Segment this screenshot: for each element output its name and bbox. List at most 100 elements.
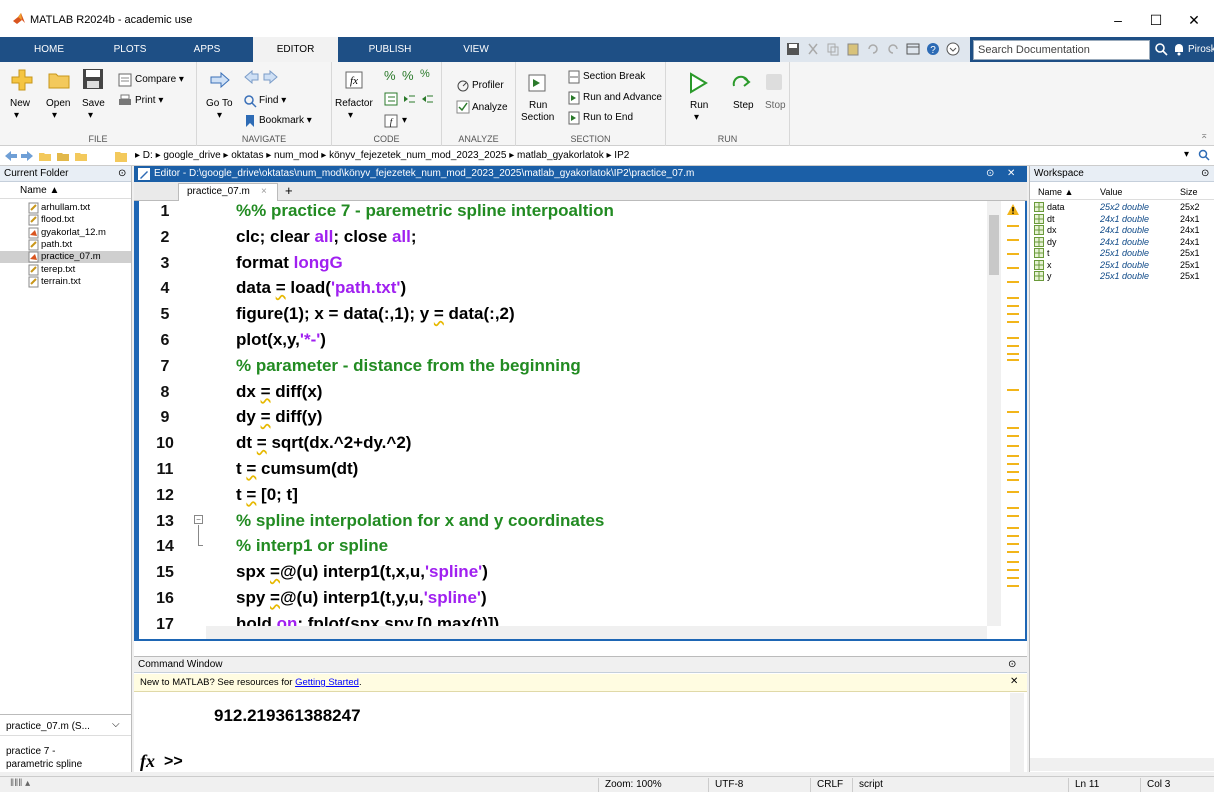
- back-forward-icon[interactable]: [243, 70, 279, 84]
- insert-function-icon[interactable]: f: [384, 114, 398, 128]
- cut-icon[interactable]: [806, 42, 820, 56]
- collapse-ribbon-icon[interactable]: ⌅: [1200, 130, 1208, 141]
- uncomment-icon[interactable]: %: [402, 68, 414, 83]
- step-icon[interactable]: [730, 72, 752, 94]
- analyzer-marker[interactable]: [1007, 491, 1019, 493]
- minimize-button[interactable]: –: [1098, 6, 1138, 34]
- analyzer-marker[interactable]: [1007, 313, 1019, 315]
- file-row[interactable]: arhullam.txt: [0, 202, 131, 214]
- notification-bell-icon[interactable]: [1172, 42, 1186, 56]
- smart-indent-icon[interactable]: [384, 92, 398, 106]
- analyzer-marker[interactable]: [1007, 239, 1019, 241]
- run-section-label[interactable]: Run: [529, 100, 547, 111]
- editor-menu-icon[interactable]: ⊙: [986, 168, 994, 179]
- analyzer-marker[interactable]: [1007, 411, 1019, 413]
- tab-view[interactable]: VIEW: [448, 37, 504, 62]
- save-quick-icon[interactable]: [786, 42, 800, 56]
- editor-horizontal-scrollbar[interactable]: [206, 626, 987, 639]
- new-file-icon[interactable]: [10, 68, 34, 92]
- redo-icon[interactable]: [886, 42, 900, 56]
- analyzer-marker[interactable]: [1007, 527, 1019, 529]
- analyzer-marker[interactable]: [1007, 305, 1019, 307]
- save-icon[interactable]: [82, 68, 104, 90]
- run-section-icon[interactable]: [528, 74, 546, 92]
- analyzer-marker[interactable]: [1007, 463, 1019, 465]
- help-icon[interactable]: ?: [926, 42, 940, 56]
- analyzer-marker[interactable]: [1007, 507, 1019, 509]
- more-options-icon[interactable]: [946, 42, 960, 56]
- section-break-button[interactable]: Section Break: [583, 71, 645, 82]
- ws-name-header[interactable]: Name ▲: [1038, 187, 1073, 197]
- maximize-button[interactable]: ☐: [1136, 6, 1176, 34]
- analyzer-marker[interactable]: [1007, 535, 1019, 537]
- workspace-variable-row[interactable]: y 25x1 double 25x1: [1030, 271, 1214, 282]
- folder-column-header[interactable]: Name ▲: [0, 183, 131, 199]
- analyzer-marker[interactable]: [1007, 585, 1019, 587]
- code-analyzer-bar[interactable]: [1002, 201, 1025, 626]
- analyzer-marker[interactable]: [1007, 471, 1019, 473]
- comment-icon[interactable]: %: [384, 68, 396, 83]
- analyzer-marker[interactable]: [1007, 345, 1019, 347]
- path-dropdown-icon[interactable]: ▾: [1184, 149, 1189, 160]
- browse-folder-icon[interactable]: [56, 149, 70, 163]
- file-row[interactable]: terep.txt: [0, 264, 131, 276]
- analyzer-marker[interactable]: [1007, 359, 1019, 361]
- indent-icon[interactable]: [402, 92, 416, 106]
- undo-icon[interactable]: [866, 42, 880, 56]
- analyzer-marker[interactable]: [1007, 389, 1019, 391]
- analyzer-marker[interactable]: [1007, 479, 1019, 481]
- workspace-variable-row[interactable]: data 25x2 double 25x2: [1030, 202, 1214, 213]
- run-button[interactable]: Run: [690, 100, 708, 111]
- outdent-icon[interactable]: [420, 92, 434, 106]
- command-prompt[interactable]: >>: [164, 753, 183, 771]
- editor-tab-practice07[interactable]: practice_07.m ×: [178, 183, 278, 201]
- step-button[interactable]: Step: [733, 100, 754, 111]
- analyzer-marker[interactable]: [1007, 569, 1019, 571]
- back-icon[interactable]: [4, 149, 18, 163]
- analyzer-marker[interactable]: [1007, 435, 1019, 437]
- tab-publish[interactable]: PUBLISH: [350, 37, 430, 62]
- current-path[interactable]: ▸ D: ▸ google_drive ▸ oktatas ▸ num_mod …: [135, 150, 629, 161]
- search-folder-icon[interactable]: [1198, 149, 1210, 161]
- tab-apps[interactable]: APPS: [182, 37, 232, 62]
- tab-plots[interactable]: PLOTS: [100, 37, 160, 62]
- tab-editor[interactable]: EDITOR: [253, 37, 338, 63]
- analyzer-marker[interactable]: [1007, 427, 1019, 429]
- analyzer-marker[interactable]: [1007, 337, 1019, 339]
- analyzer-marker[interactable]: [1007, 253, 1019, 255]
- analyzer-marker[interactable]: [1007, 543, 1019, 545]
- function-browser-icon[interactable]: fx: [140, 751, 155, 772]
- analyzer-marker[interactable]: [1007, 321, 1019, 323]
- print-button[interactable]: Print ▾: [135, 95, 163, 106]
- analyzer-marker[interactable]: [1007, 445, 1019, 447]
- user-account-menu[interactable]: Piroska ▾: [1188, 37, 1214, 80]
- file-row[interactable]: gyakorlat_12.m: [0, 227, 131, 239]
- go-to-icon[interactable]: [209, 70, 231, 90]
- workspace-variable-row[interactable]: dy 24x1 double 24x1: [1030, 236, 1214, 248]
- copy-icon[interactable]: [826, 42, 840, 56]
- workspace-scrollbar[interactable]: [1030, 758, 1214, 771]
- run-and-advance-button[interactable]: Run and Advance: [583, 92, 662, 103]
- ws-size-header[interactable]: Size: [1180, 187, 1198, 197]
- fold-toggle-icon[interactable]: −: [194, 515, 203, 524]
- forward-icon[interactable]: [20, 149, 34, 163]
- paste-icon[interactable]: [846, 42, 860, 56]
- history-icon[interactable]: [74, 149, 88, 163]
- analyzer-marker[interactable]: [1007, 267, 1019, 269]
- panel-menu-icon[interactable]: ⊙: [118, 168, 126, 179]
- analyzer-marker[interactable]: [1007, 551, 1019, 553]
- code-editor[interactable]: 1 2 3 4 5 6 7 8 9 10 11 12 13 14 15 16 17 %% practice 7 …: [134, 201, 1027, 641]
- name-column-header[interactable]: Name ▲: [20, 185, 59, 196]
- close-button[interactable]: ✕: [1174, 6, 1214, 34]
- workspace-variable-row[interactable]: dt 24x1 double 24x1: [1030, 213, 1214, 225]
- switch-windows-icon[interactable]: [906, 42, 920, 56]
- analyzer-marker[interactable]: [1007, 281, 1019, 283]
- analyzer-marker[interactable]: [1007, 297, 1019, 299]
- analyzer-marker[interactable]: [1007, 353, 1019, 355]
- command-scrollbar[interactable]: [1010, 693, 1024, 773]
- file-row[interactable]: flood.txt: [0, 214, 131, 226]
- stop-button[interactable]: Stop: [765, 100, 786, 111]
- search-documentation-input[interactable]: Search Documentation: [973, 40, 1150, 60]
- file-row[interactable]: terrain.txt: [0, 276, 131, 288]
- chevron-down-icon[interactable]: ⌵: [112, 719, 120, 730]
